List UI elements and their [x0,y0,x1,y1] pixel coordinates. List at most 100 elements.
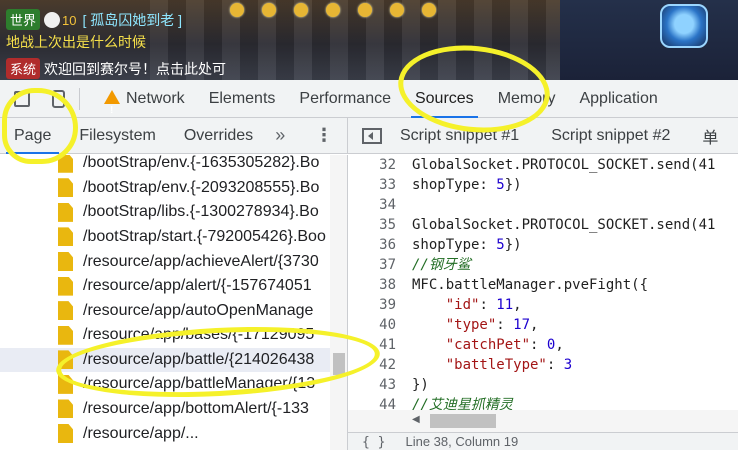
chat-channel-badge: 世界 [6,9,41,30]
tree-file-item[interactable]: /resource/app/battleManager/{13 [0,372,347,396]
code-line: 42 "battleType": 3 [379,357,573,373]
file-icon [58,178,73,198]
tab-application[interactable]: Application [567,80,669,118]
editor-tabbar: Script snippet #1 Script snippet #2 单 [348,118,738,154]
code-line: 40 "type": 17, [379,317,539,333]
more-tabs-icon[interactable]: » [267,125,293,146]
file-icon [58,424,73,444]
tree-file-item[interactable]: /resource/app/alert/{-157674051 [0,274,347,298]
coin-icon [230,3,244,17]
robot-emblem-icon[interactable] [660,4,708,48]
tree-file-item[interactable]: /bootStrap/env.{-1635305282}.Bo [0,155,347,175]
player-level: 10 [62,13,77,28]
tree-file-item[interactable]: /resource/app/autoOpenManage [0,298,347,322]
file-name: /resource/app/... [83,424,199,442]
tree-file-item[interactable]: /bootStrap/env.{-2093208555}.Bo [0,176,347,200]
file-tree: /bootStrap/env.{-1635305282}.Bo/bootStra… [0,155,348,450]
tree-file-item[interactable]: /bootStrap/libs.{-1300278934}.Bo [0,200,347,224]
file-name: /bootStrap/libs.{-1300278934}.Bo [83,203,319,221]
tab-overrides[interactable]: Overrides [170,118,267,154]
code-editor[interactable]: 32 GlobalSocket.PROTOCOL_SOCKET.send(41 3… [348,155,738,430]
coin-icon [358,3,372,17]
code-line: 39 "id": 11, [379,297,522,313]
code-line: 41 "catchPet": 0, [379,337,564,353]
coin-icon [422,3,436,17]
cursor-position: Line 38, Column 19 [405,434,519,449]
tab-script-snippet-2[interactable]: Script snippet #2 [533,127,684,145]
devtools-tabbar: Network Elements Performance Sources Mem… [0,80,738,130]
file-icon [58,227,73,247]
chat-text: 地战上次出是什么时候 [6,34,146,50]
editor-status-bar: { } Line 38, Column 19 [348,432,738,450]
pretty-print-icon[interactable]: { } [362,435,385,450]
file-icon [58,252,73,271]
chat-message-system[interactable]: 系统 欢迎回到赛尔号！点击此处可 [6,58,226,79]
tab-sources[interactable]: Sources [403,80,486,118]
file-name: /resource/app/alert/{-157674051 [83,277,312,295]
file-icon [58,276,73,296]
tab-elements[interactable]: Elements [197,80,288,118]
file-name: /resource/app/bases/{-17129095 [83,326,315,344]
chat-message-text: 地战上次出是什么时候 [6,32,146,52]
toggle-navigator-icon[interactable] [362,127,382,144]
tab-page[interactable]: Page [0,118,65,154]
warning-icon [104,89,120,130]
file-name: /resource/app/autoOpenManage [83,301,314,319]
tree-file-item[interactable]: /resource/app/achieveAlert/{3730 [0,249,347,273]
chat-channel-badge: 系统 [6,58,41,79]
coin-icon [294,3,308,17]
kebab-menu-icon[interactable]: ⋮ [315,125,333,146]
file-name: /bootStrap/start.{-792005426}.Boo [83,227,326,245]
navigator-tabbar: Page Filesystem Overrides » ⋮ [0,118,348,154]
file-icon [58,374,73,394]
tab-script-snippet-1[interactable]: Script snippet #1 [382,127,533,145]
file-name: /resource/app/battleManager/{13 [83,375,316,393]
file-icon [58,155,73,173]
tree-scrollbar[interactable] [330,155,347,450]
file-icon [58,399,73,419]
file-name: /resource/app/bottomAlert/{-133 [83,399,309,417]
scroll-left-arrow-icon[interactable]: ◀ [412,414,420,425]
code-line: 34 [379,197,396,213]
file-name: /resource/app/achieveAlert/{3730 [83,252,319,270]
file-icon [58,350,73,370]
tree-file-item[interactable]: /resource/app/... [0,421,347,445]
file-icon [58,301,73,321]
game-panel [560,0,738,80]
avatar [44,12,61,28]
tab-network[interactable]: Network [80,80,197,130]
chat-message-world[interactable]: 世界 10 [ 孤岛囚她到老 ] [6,9,182,30]
coin-icon [390,3,404,17]
code-line: 33 shopType: 5}) [379,177,522,193]
game-viewport[interactable]: 世界 10 [ 孤岛囚她到老 ] 地战上次出是什么时候 系统 欢迎回到赛尔号！点击此处… [0,0,738,80]
file-name: /bootStrap/env.{-2093208555}.Bo [83,178,320,196]
code-line: 43}) [379,377,429,393]
device-toolbar-icon[interactable] [52,89,65,108]
tree-file-item[interactable]: /bootStrap/start.{-792005426}.Boo [0,225,347,249]
file-name: /resource/app/battle/{214026438 [83,350,315,368]
code-line: 37//钢牙鲨 [379,257,471,273]
tab-filesystem[interactable]: Filesystem [65,118,169,154]
coin-icon [262,3,276,17]
tree-file-item[interactable]: /resource/app/bottomAlert/{-133 [0,397,347,421]
editor-horizontal-scrollbar[interactable] [348,410,738,432]
code-line: 35 GlobalSocket.PROTOCOL_SOCKET.send(41 [379,217,716,233]
file-icon [58,202,73,222]
tree-file-item[interactable]: /resource/app/battle/{214026438 [0,347,347,373]
tree-file-item[interactable]: /resource/app/bases/{-17129095 [0,323,347,347]
file-icon [58,325,73,345]
editor-scrollbar-thumb[interactable] [430,414,496,428]
tab-performance[interactable]: Performance [287,80,403,118]
tab-memory[interactable]: Memory [486,80,568,118]
tab-snippet-more[interactable]: 单 [684,124,732,148]
coin-icon [326,3,340,17]
code-line: 32 GlobalSocket.PROTOCOL_SOCKET.send(41 [379,157,716,173]
inspect-element-icon[interactable] [14,90,30,107]
coin-row [230,0,460,22]
file-name: /bootStrap/env.{-1635305282}.Bo [83,155,320,172]
code-line: 36 shopType: 5}) [379,237,522,253]
tree-scrollbar-thumb[interactable] [333,353,345,375]
chat-text[interactable]: 欢迎回到赛尔号！点击此处可 [44,61,226,77]
code-line: 38 MFC.battleManager.pveFight({ [379,277,649,293]
player-name[interactable]: [ 孤岛囚她到老 ] [82,12,182,28]
